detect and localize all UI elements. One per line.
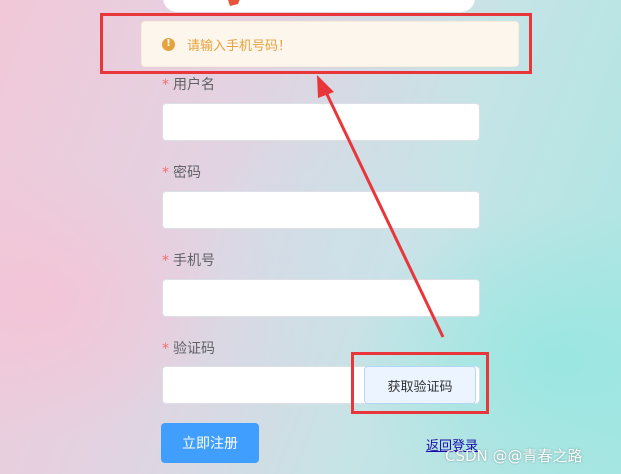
required-mark: * bbox=[162, 77, 169, 93]
username-label-text: 用户名 bbox=[173, 77, 215, 93]
password-input[interactable] bbox=[162, 191, 480, 229]
username-input[interactable] bbox=[162, 103, 480, 141]
username-label: * 用户名 bbox=[162, 74, 215, 94]
logo-card bbox=[163, 0, 475, 12]
code-label-text: 验证码 bbox=[173, 341, 215, 357]
phone-input[interactable] bbox=[162, 279, 480, 317]
csdn-watermark: CSDN @@青春之路 bbox=[445, 447, 583, 465]
required-mark: * bbox=[162, 341, 169, 357]
phone-label: * 手机号 bbox=[162, 250, 215, 270]
password-label-text: 密码 bbox=[173, 165, 201, 181]
alert-message: 请输入手机号码！ bbox=[187, 38, 292, 54]
required-mark: * bbox=[162, 165, 169, 181]
warning-icon: ! bbox=[162, 37, 175, 51]
get-code-button[interactable]: 获取验证码 bbox=[364, 366, 476, 404]
logo-icon bbox=[228, 0, 240, 6]
phone-label-text: 手机号 bbox=[173, 253, 215, 269]
register-button[interactable]: 立即注册 bbox=[161, 423, 259, 463]
password-label: * 密码 bbox=[162, 162, 201, 182]
warning-alert: ! 请输入手机号码！ bbox=[141, 21, 519, 67]
required-mark: * bbox=[162, 253, 169, 269]
code-label: * 验证码 bbox=[162, 338, 215, 358]
